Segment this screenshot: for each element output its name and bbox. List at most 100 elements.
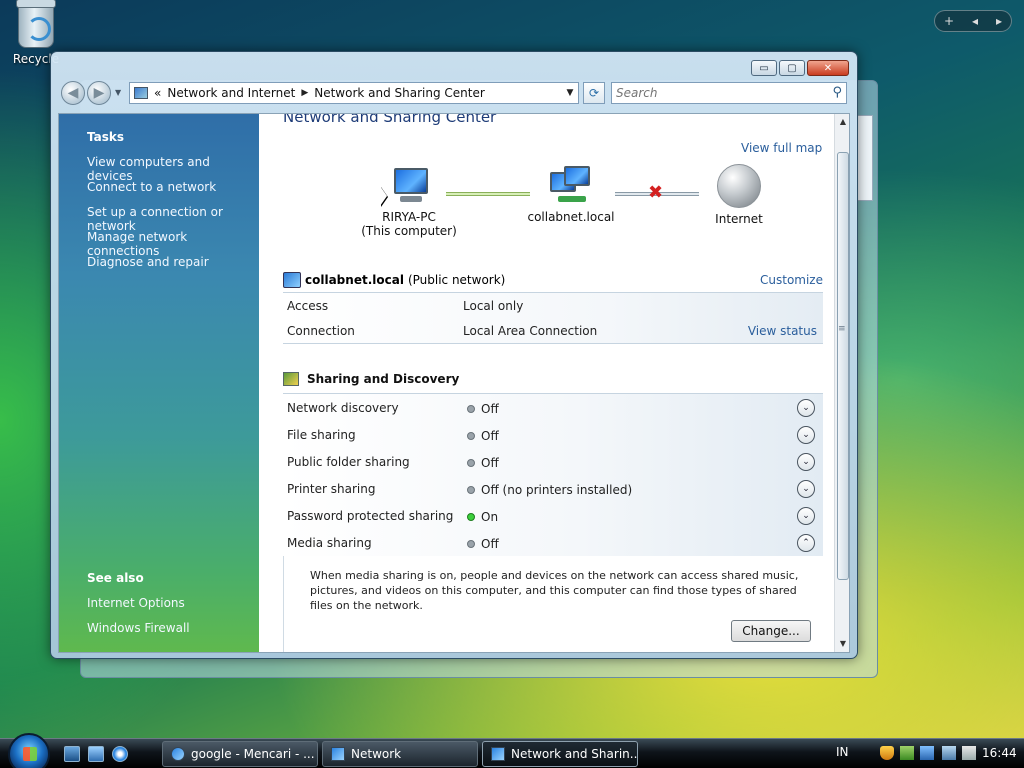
task-diagnose-repair-link[interactable]: Diagnose and repair	[87, 255, 209, 269]
sharing-row-label: Printer sharing	[287, 482, 376, 496]
expand-chevron-icon[interactable]: ⌄	[797, 399, 815, 417]
control-panel-icon	[134, 87, 148, 99]
globe-icon	[717, 164, 761, 208]
address-dropdown-icon[interactable]: ▼	[562, 88, 578, 98]
gadget-prev-button[interactable]: ◂	[972, 14, 978, 28]
gadget-add-button[interactable]: +	[944, 14, 954, 28]
vertical-scrollbar[interactable]: ▲ ≡ ▼	[834, 114, 849, 652]
customize-link[interactable]: Customize	[760, 273, 823, 287]
expand-chevron-icon[interactable]: ⌄	[797, 480, 815, 498]
start-button[interactable]	[8, 733, 50, 768]
status-dot-icon	[467, 459, 475, 467]
sharing-row-public-folder: Public folder sharing Off ⌄	[287, 452, 815, 474]
search-input[interactable]	[612, 83, 812, 103]
status-dot-icon	[467, 540, 475, 548]
switch-windows-icon[interactable]	[88, 746, 104, 762]
network-header: collabnet.local (Public network) Customi…	[283, 270, 823, 290]
taskbar-button-network[interactable]: Network	[322, 741, 478, 767]
task-manage-connections-link[interactable]: Manage network connections	[87, 230, 259, 258]
recycle-bin-icon	[16, 0, 56, 48]
tray-app-icon-2[interactable]	[920, 746, 934, 760]
map-this-computer[interactable]: RIRYA-PC (This computer)	[359, 166, 459, 238]
system-tray: IN 16:44	[830, 739, 1024, 768]
content-pane: Network and Sharing Center View full map…	[259, 113, 849, 652]
forward-arrow-icon[interactable]: ▶	[87, 81, 111, 105]
show-desktop-icon[interactable]	[64, 746, 80, 762]
taskbar-button-network-sharing[interactable]: Network and Sharin...	[482, 741, 638, 767]
volume-muted-icon[interactable]	[962, 746, 976, 760]
scroll-grip-icon: ≡	[838, 324, 846, 334]
change-button[interactable]: Change...	[731, 620, 811, 642]
breadcrumb-separator-icon[interactable]: ▶	[301, 88, 308, 98]
sharing-row-status: Off	[481, 456, 499, 470]
expand-chevron-icon[interactable]: ⌄	[797, 507, 815, 525]
clock[interactable]: 16:44	[982, 746, 1017, 760]
view-status-link[interactable]: View status	[748, 324, 817, 338]
sharing-row-password: Password protected sharing On ⌄	[287, 506, 815, 528]
taskbar-button-google[interactable]: google - Mencari - ...	[162, 741, 318, 767]
windows-firewall-link[interactable]: Windows Firewall	[87, 621, 190, 635]
expand-chevron-icon[interactable]: ⌄	[797, 453, 815, 471]
task-connect-network-link[interactable]: Connect to a network	[87, 180, 216, 194]
sharing-row-status: Off	[481, 537, 499, 551]
search-icon[interactable]: ⚲	[832, 85, 842, 100]
sharing-row-status: Off	[481, 429, 499, 443]
ie-task-icon	[171, 747, 185, 761]
navigation-bar: ◀ ▶ ▼ « Network and Internet ▶ Network a…	[59, 80, 849, 106]
sharing-row-status: On	[481, 510, 499, 524]
security-shield-icon[interactable]	[880, 746, 894, 760]
address-overflow-chevron[interactable]: «	[154, 86, 161, 100]
breadcrumb-network-sharing-center[interactable]: Network and Sharing Center	[314, 86, 485, 100]
network-sharing-task-icon	[491, 747, 505, 761]
map-internet-node[interactable]: Internet	[699, 164, 779, 226]
connection-value: Local Area Connection	[463, 324, 598, 338]
back-arrow-icon[interactable]: ◀	[61, 81, 85, 105]
sharing-row-printer: Printer sharing Off (no printers install…	[287, 479, 815, 501]
tray-app-icon[interactable]	[900, 746, 914, 760]
page-title: Network and Sharing Center	[283, 113, 497, 126]
scroll-down-arrow-icon[interactable]: ▼	[835, 636, 849, 652]
tasks-pane: Tasks View computers and devices Connect…	[59, 114, 259, 652]
access-value: Local only	[463, 299, 524, 313]
close-button[interactable]: ✕	[807, 60, 849, 76]
refresh-icon[interactable]: ⟳	[583, 82, 605, 104]
tasks-heading: Tasks	[87, 130, 125, 144]
caption-buttons: ▭ ▢ ✕	[751, 60, 849, 76]
internet-node-name: Internet	[715, 212, 763, 226]
sharing-row-status: Off	[481, 402, 499, 416]
scroll-thumb[interactable]	[837, 152, 849, 580]
scroll-up-arrow-icon[interactable]: ▲	[835, 114, 849, 130]
sharing-row-file-sharing: File sharing Off ⌄	[287, 425, 815, 447]
sharing-row-label: Password protected sharing	[287, 509, 454, 523]
connection-label: Connection	[287, 324, 355, 338]
language-indicator[interactable]: IN	[836, 745, 849, 759]
collapse-chevron-icon[interactable]: ⌃	[797, 534, 815, 552]
search-box: ⚲	[611, 82, 847, 104]
gadget-next-button[interactable]: ▸	[996, 14, 1002, 28]
expand-chevron-icon[interactable]: ⌄	[797, 426, 815, 444]
breadcrumb-network-internet[interactable]: Network and Internet	[167, 86, 295, 100]
task-setup-connection-link[interactable]: Set up a connection or network	[87, 205, 259, 233]
taskbar-button-label: google - Mencari - ...	[191, 747, 315, 761]
task-view-computers-link[interactable]: View computers and devices	[87, 155, 259, 183]
map-network-node[interactable]: collabnet.local	[521, 166, 621, 224]
view-full-map-link[interactable]: View full map	[741, 141, 822, 155]
computer-subtitle: (This computer)	[361, 224, 457, 238]
sharing-row-network-discovery: Network discovery Off ⌄	[287, 398, 815, 420]
access-row: Access Local only	[287, 299, 817, 313]
sharing-discovery-header: Sharing and Discovery	[283, 372, 459, 386]
network-small-icon	[283, 272, 301, 288]
sharing-discovery-box: Network discovery Off ⌄ File sharing Off…	[283, 393, 823, 652]
connection-row: Connection Local Area Connection View st…	[287, 324, 817, 338]
network-name: collabnet.local	[305, 273, 404, 287]
internet-options-link[interactable]: Internet Options	[87, 596, 185, 610]
recent-pages-chevron-icon[interactable]: ▼	[115, 88, 121, 97]
minimize-button[interactable]: ▭	[751, 60, 777, 76]
broken-connection-x-icon[interactable]: ✖	[648, 182, 663, 203]
sharing-discovery-heading: Sharing and Discovery	[307, 372, 460, 386]
network-status-icon[interactable]	[942, 746, 956, 760]
maximize-button[interactable]: ▢	[779, 60, 805, 76]
taskbar-button-label: Network and Sharin...	[511, 747, 638, 761]
address-bar[interactable]: « Network and Internet ▶ Network and Sha…	[129, 82, 579, 104]
internet-explorer-icon[interactable]	[112, 746, 128, 762]
